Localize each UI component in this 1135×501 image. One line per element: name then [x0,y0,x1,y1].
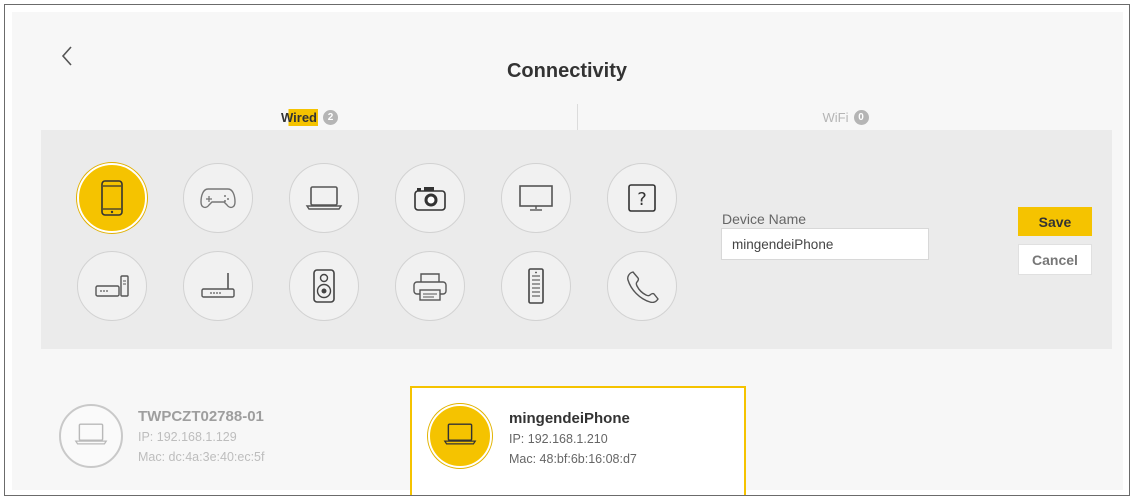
svg-text:?: ? [637,189,647,210]
device-card-selected[interactable]: mingendeiPhone IP: 192.168.1.210 Mac: 48… [410,386,746,495]
tab-wired-label: Wired [280,108,318,126]
printer-icon [412,270,448,302]
device-type-laptop[interactable] [289,163,359,233]
device-type-printer[interactable] [395,251,465,321]
device-type-unknown[interactable]: ? [607,163,677,233]
tab-wifi[interactable]: WiFi 0 [577,104,1113,130]
connection-tabs: Wired 2 WiFi 0 [41,104,1112,130]
router-icon [199,271,237,301]
save-button[interactable]: Save [1018,207,1092,236]
device-mac: Mac: 48:bf:6b:16:08:d7 [509,452,637,466]
device-type-tv[interactable] [501,163,571,233]
device-edit-panel: ? Device Name mingendeiPhone Save Cancel [41,130,1112,349]
phone-handset-icon [625,269,659,303]
device-type-phone[interactable] [607,251,677,321]
device-name: TWPCZT02788-01 [138,408,264,425]
device-type-game-console[interactable] [183,163,253,233]
device-type-speaker[interactable] [289,251,359,321]
laptop-icon [305,184,343,212]
device-card[interactable]: TWPCZT02788-01 IP: 192.168.1.129 Mac: dc… [41,386,371,495]
question-mark-icon: ? [627,183,657,213]
device-type-server[interactable] [501,251,571,321]
device-type-modem[interactable] [77,251,147,321]
speaker-icon [312,269,336,303]
device-mac: Mac: dc:4a:3e:40:ec:5f [138,450,265,464]
gamepad-icon [200,186,236,210]
connectivity-window: Connectivity Wired 2 WiFi 0 ? Device Nam… [4,4,1130,496]
laptop-icon [74,421,108,452]
page-title: Connectivity [506,60,628,82]
modem-icon [94,273,130,299]
device-type-router[interactable] [183,251,253,321]
monitor-icon [518,183,554,213]
wired-count-badge: 2 [323,109,338,125]
device-avatar [59,404,123,468]
device-avatar [428,404,492,468]
smartphone-icon [100,180,124,216]
device-ip: IP: 192.168.1.210 [509,432,608,446]
device-name-input[interactable] [721,228,929,260]
laptop-icon [443,421,477,452]
server-icon [526,268,546,304]
device-ip: IP: 192.168.1.129 [138,430,237,444]
camera-icon [413,184,447,212]
tab-wired[interactable]: Wired 2 [41,104,577,130]
wifi-count-badge: 0 [853,109,869,125]
cancel-button[interactable]: Cancel [1018,244,1092,275]
device-name: mingendeiPhone [509,410,630,427]
tab-wifi-label: WiFi [822,109,849,125]
device-type-camera[interactable] [395,163,465,233]
device-name-label: Device Name [722,211,807,227]
device-type-smartphone[interactable] [77,163,147,233]
